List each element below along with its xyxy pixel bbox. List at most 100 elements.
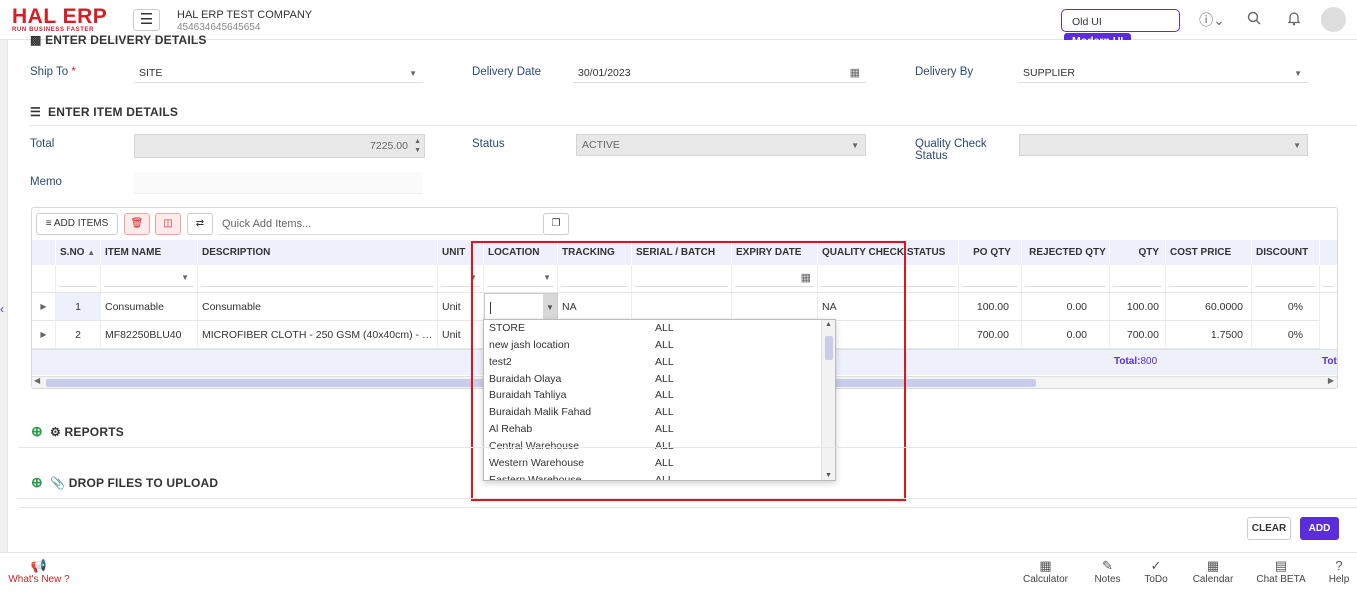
check-circle-icon: ✓: [1150, 558, 1162, 573]
truck-icon: ▩: [30, 33, 42, 47]
clear-button[interactable]: CLEAR: [1247, 517, 1291, 540]
column-header-po-qty[interactable]: PO QTY: [959, 240, 1022, 265]
row-item-name[interactable]: Consumable: [101, 293, 198, 321]
expand-plus-icon[interactable]: ⊕: [31, 423, 43, 439]
filter-qty[interactable]: [1110, 265, 1166, 293]
divider: [18, 507, 1357, 508]
memo-label: Memo: [30, 176, 62, 188]
filter-more: [1320, 265, 1337, 293]
divider: [18, 498, 1357, 499]
left-rail: [0, 40, 8, 552]
column-header-rejected-qty[interactable]: REJECTED QTY: [1022, 240, 1110, 265]
qc-status-select: ▼: [1019, 134, 1308, 156]
row-rejected-qty[interactable]: 0.00: [1022, 293, 1110, 321]
quick-add-input[interactable]: Quick Add Items...: [218, 213, 543, 235]
bell-icon[interactable]: [1285, 11, 1303, 29]
add-button[interactable]: ADD: [1300, 517, 1339, 540]
row-sno: 2: [56, 321, 101, 349]
total-label: Total: [30, 138, 55, 150]
column-header-more: [1320, 240, 1337, 265]
filter-discount[interactable]: [1252, 265, 1320, 293]
chat-icon: ▤: [1274, 558, 1288, 573]
status-select: ACTIVE ▼: [576, 134, 866, 156]
filter-cost[interactable]: [1166, 265, 1252, 293]
row-po-qty: 700.00: [959, 321, 1022, 349]
row-discount[interactable]: 0%: [1252, 321, 1320, 349]
filter-sno[interactable]: [56, 265, 101, 293]
megaphone-icon: 📢: [30, 558, 48, 573]
calculator-button[interactable]: ▦ Calculator: [1018, 557, 1073, 585]
column-header-qty[interactable]: QTY: [1110, 240, 1166, 265]
filter-rejected-qty[interactable]: [1022, 265, 1110, 293]
stepper-icon[interactable]: ▲ ▼: [414, 137, 421, 155]
scroll-right-icon[interactable]: ▶: [1328, 376, 1334, 385]
row-qty[interactable]: 700.00: [1110, 321, 1166, 349]
row-discount[interactable]: 0%: [1252, 293, 1320, 321]
row-description[interactable]: Consumable: [198, 293, 438, 321]
swap-icon[interactable]: ⇄: [187, 213, 213, 235]
row-rejected-qty[interactable]: 0.00: [1022, 321, 1110, 349]
calculator-icon: ▦: [1039, 558, 1052, 573]
column-header-sno[interactable]: S.NO ▲: [56, 240, 101, 265]
add-items-button[interactable]: ≡ ADD ITEMS: [36, 213, 118, 235]
ui-toggle: Old UIModern UI: [1061, 9, 1180, 50]
sort-asc-icon: ▲: [87, 248, 96, 257]
expand-row-icon[interactable]: ▶: [32, 321, 56, 349]
company-name: HAL ERP TEST COMPANY: [177, 9, 313, 21]
delivery-by-select[interactable]: SUPPLIER ▼: [1018, 63, 1308, 83]
list-icon: ☰: [30, 105, 41, 119]
filter-po-qty[interactable]: [959, 265, 1022, 293]
total-qty: Total:800: [1114, 356, 1158, 367]
delete-rows-icon[interactable]: ◫: [155, 213, 181, 235]
ship-to-label: Ship To *: [30, 66, 76, 78]
logo-text: HAL ERP: [12, 5, 108, 28]
column-header-discount[interactable]: DISCOUNT: [1252, 240, 1320, 265]
chat-button[interactable]: ▤ Chat BETA: [1255, 557, 1307, 585]
row-po-qty: 100.00: [959, 293, 1022, 321]
row-item-name[interactable]: MF82250BLU40: [101, 321, 198, 349]
company-id: 454634645645654: [177, 22, 261, 33]
memo-input[interactable]: [134, 172, 423, 194]
row-qty[interactable]: 100.00: [1110, 293, 1166, 321]
drop-files-section[interactable]: ⊕ 📎 DROP FILES TO UPLOAD: [31, 474, 218, 491]
collapse-arrow-icon[interactable]: ‹: [0, 302, 14, 318]
column-header-item-name[interactable]: ITEM NAME: [101, 240, 198, 265]
logo[interactable]: HAL ERP RUN BUSINESS FASTER: [12, 6, 120, 36]
copy-icon[interactable]: ❐: [543, 213, 569, 235]
item-details-title: ☰ ENTER ITEM DETAILS: [30, 105, 179, 119]
menu-icon[interactable]: ☰: [133, 9, 160, 31]
todo-button[interactable]: ✓ ToDo: [1141, 557, 1171, 585]
chevron-down-icon: ▼: [409, 69, 417, 78]
delivery-date-field[interactable]: 30/01/2023 ▦: [573, 63, 866, 83]
row-cost[interactable]: 60.0000: [1166, 293, 1252, 321]
status-label: Status: [472, 138, 505, 150]
scroll-left-icon[interactable]: ◀: [34, 376, 40, 385]
total-truncated: Tot: [1322, 356, 1337, 367]
search-icon[interactable]: [1245, 11, 1263, 29]
divider: [18, 447, 1357, 448]
row-cost[interactable]: 1.7500: [1166, 321, 1252, 349]
expand-row-icon[interactable]: ▶: [32, 293, 56, 321]
ship-to-select[interactable]: SITE ▼: [134, 63, 423, 83]
column-header-description[interactable]: DESCRIPTION: [198, 240, 438, 265]
delete-icon[interactable]: 🗑: [124, 213, 150, 235]
filter-item-name[interactable]: ▼: [101, 265, 198, 293]
chevron-down-icon: ▼: [181, 273, 189, 282]
notes-button[interactable]: ✎ Notes: [1090, 557, 1125, 585]
gear-icon: ⚙: [50, 425, 61, 439]
help-button[interactable]: ? Help: [1325, 557, 1353, 585]
old-ui-button[interactable]: Old UI: [1064, 14, 1110, 31]
reports-section[interactable]: ⊕ ⚙ REPORTS: [31, 423, 124, 440]
avatar[interactable]: [1321, 7, 1346, 32]
calendar-button[interactable]: ▦ Calendar: [1188, 557, 1238, 585]
filter-description[interactable]: [198, 265, 438, 293]
column-header-expand: [32, 240, 56, 265]
calendar-icon[interactable]: ▦: [850, 63, 860, 83]
expand-plus-icon[interactable]: ⊕: [31, 474, 43, 490]
row-description[interactable]: MICROFIBER CLOTH - 250 GSM (40x40cm) - B…: [198, 321, 438, 349]
delivery-date-label: Delivery Date: [472, 66, 542, 78]
column-header-cost-price[interactable]: COST PRICE: [1166, 240, 1252, 265]
whats-new-button[interactable]: 📢 What's New ?: [6, 557, 72, 585]
delivery-section-title: ▩ ENTER DELIVERY DETAILS: [30, 33, 207, 47]
info-icon[interactable]: ⓘ⌄: [1198, 11, 1226, 29]
